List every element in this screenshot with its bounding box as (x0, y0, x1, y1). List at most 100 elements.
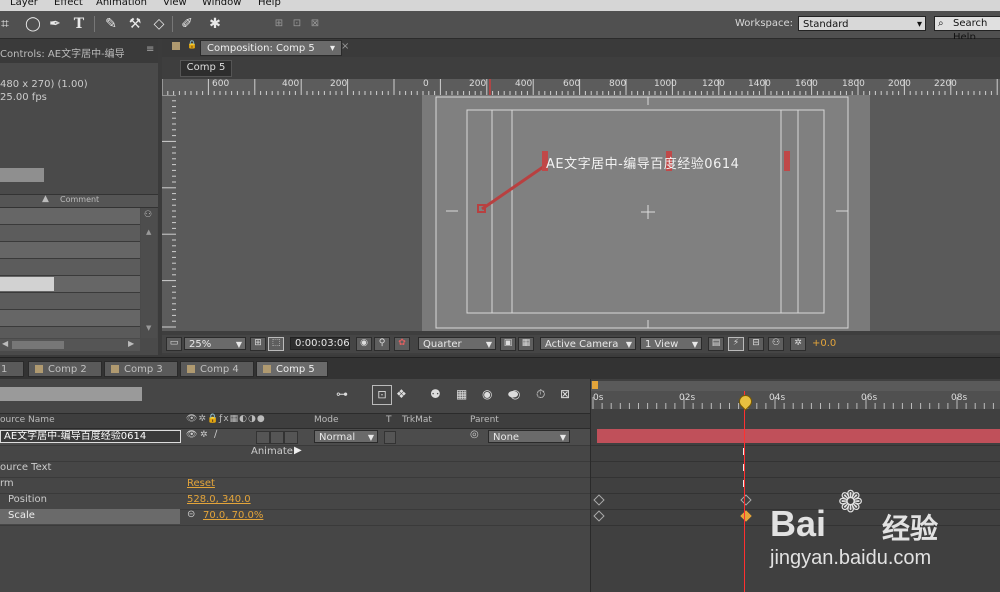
scroll-up-icon[interactable]: ▲ (146, 228, 151, 236)
list-item[interactable] (0, 276, 140, 293)
auto-keyframe-icon[interactable]: ◎ (510, 387, 520, 401)
blend-mode-select[interactable]: Normal ▼ (314, 430, 378, 443)
scroll-thumb[interactable] (12, 341, 64, 349)
switch-box[interactable] (284, 431, 298, 444)
column-source-name[interactable]: ource Name (0, 415, 55, 425)
type-tool-icon[interactable]: T (70, 15, 88, 33)
property-row[interactable]: ource Text (0, 461, 590, 478)
frame-blending-icon[interactable]: ▦ (456, 387, 467, 401)
workspace-select[interactable]: Standard ▾ (798, 16, 926, 31)
horizontal-scrollbar[interactable]: ◀ ▶ (0, 339, 140, 351)
switch-box[interactable] (256, 431, 270, 444)
eye-icon[interactable]: 👁 (186, 430, 197, 440)
composition-viewer[interactable]: AE文字居中-编导百度经验0614 (176, 95, 1000, 331)
flowchart-icon[interactable]: ⚇ (768, 337, 784, 351)
tab-composition[interactable]: Composition: Comp 5 ▾ (200, 40, 342, 56)
current-time-field[interactable]: 0:00:03:06 (290, 337, 350, 350)
list-item[interactable] (0, 208, 140, 225)
clone-stamp-tool-icon[interactable]: ⚒ (126, 15, 144, 33)
reset-exposure-icon[interactable]: ✲ (790, 337, 806, 351)
list-item[interactable] (0, 225, 140, 242)
close-icon[interactable]: × (341, 41, 349, 52)
layer-name-field[interactable]: AE文字居中-编导百度经验0614 (0, 430, 181, 443)
work-area-bar[interactable] (591, 381, 1000, 391)
magnification-select[interactable]: 25% ▼ (184, 337, 246, 350)
hierarchy-icon[interactable]: ⚇ (144, 210, 152, 220)
tab-comp-2[interactable]: Comp 2 (28, 361, 102, 377)
search-help-input[interactable]: ⌕ Search Help (934, 16, 1000, 43)
switch-box[interactable] (270, 431, 284, 444)
preserve-transparency-box[interactable] (384, 431, 396, 444)
axis-mode-icon[interactable]: ⊞ (270, 15, 288, 33)
list-item[interactable] (0, 310, 140, 327)
region-of-interest-icon[interactable]: ▣ (500, 337, 516, 351)
scale-keyframe[interactable] (593, 510, 605, 522)
position-keyframe[interactable] (593, 494, 605, 506)
toggle-pixel-aspect-icon[interactable]: ▤ (708, 337, 724, 351)
menu-animation[interactable]: Animation (96, 0, 147, 8)
scroll-down-icon[interactable]: ▼ (146, 324, 151, 332)
search-field[interactable] (0, 168, 44, 182)
menu-window[interactable]: Window (202, 0, 241, 8)
column-comment[interactable]: Comment (60, 195, 99, 204)
pan-behind-tool-icon[interactable]: ⌗ (0, 15, 14, 33)
stopwatch-icon[interactable]: ⏱ (536, 387, 545, 402)
list-item[interactable] (0, 293, 140, 310)
tab-comp-4[interactable]: Comp 4 (180, 361, 254, 377)
lock-icon[interactable]: 🔒 (187, 40, 197, 49)
list-item[interactable] (0, 242, 140, 259)
draft-3d-icon[interactable]: ❖ (396, 387, 407, 401)
live-update-icon[interactable]: ⊡ (372, 385, 392, 405)
text-layer-preview[interactable]: AE文字居中-编导百度经验0614 (546, 153, 739, 172)
view-axis-icon[interactable]: ⊠ (306, 15, 324, 33)
constrain-proportions-icon[interactable]: ⊝ (187, 509, 195, 520)
time-ruler[interactable]: 0s 02s 04s 06s 08s (591, 391, 1000, 409)
column-parent[interactable]: Parent (470, 415, 499, 425)
puppet-pin-tool-icon[interactable]: ✱ (206, 15, 224, 33)
menu-help[interactable]: Help (258, 0, 281, 8)
column-t[interactable]: T (386, 415, 392, 425)
sort-arrow-icon[interactable]: ▲ (42, 194, 49, 204)
roto-brush-tool-icon[interactable]: ✐ (178, 15, 196, 33)
menu-effect[interactable]: Effect (54, 0, 83, 8)
quality-icon[interactable]: ∕ (214, 429, 217, 440)
tab-comp-1[interactable]: 1 (0, 361, 24, 377)
menu-view[interactable]: View (163, 0, 187, 8)
ellipse-tool-icon[interactable]: ◯ (24, 15, 42, 33)
scale-keyframe-selected[interactable] (740, 510, 752, 522)
layer-row[interactable]: AE文字居中-编导百度经验0614 👁 ✲ ∕ Normal ▼ ◎ None ▼ (0, 429, 590, 446)
pick-whip-icon[interactable]: ◎ (470, 429, 479, 440)
comp-mini-flowchart-icon[interactable]: ⊶ (336, 387, 348, 401)
position-value[interactable]: 528.0, 340.0 (187, 494, 251, 505)
column-trkmat[interactable]: TrkMat (402, 415, 432, 425)
current-time-indicator[interactable] (744, 391, 745, 592)
camera-select[interactable]: Active Camera ▼ (540, 337, 636, 350)
timeline-icon[interactable]: ⊟ (748, 337, 764, 351)
animate-menu-icon[interactable]: ▶ (294, 445, 302, 456)
brush-tool-icon[interactable]: ✎ (102, 15, 120, 33)
show-snapshot-icon[interactable]: ⚲ (374, 337, 390, 351)
parent-select[interactable]: None ▼ (488, 430, 570, 443)
scroll-right-icon[interactable]: ▶ (128, 339, 134, 348)
channel-rgb-icon[interactable]: ✿ (394, 337, 410, 351)
property-row[interactable]: rm Reset (0, 477, 590, 494)
scale-value[interactable]: 70.0, 70.0% (203, 510, 263, 521)
mask-visibility-icon[interactable]: ⬚ (268, 337, 284, 351)
safe-margins-icon[interactable]: ⊞ (250, 337, 266, 351)
exposure-value[interactable]: +0.0 (812, 338, 836, 349)
breadcrumb[interactable]: Comp 5 (180, 60, 232, 77)
fast-previews-icon[interactable]: ⚡ (728, 337, 744, 351)
list-item[interactable] (0, 259, 140, 276)
layer-duration-bar[interactable] (597, 429, 1000, 443)
vertical-scrollbar[interactable]: ⚇ ▲ ▼ (141, 208, 157, 338)
property-row-scale[interactable]: Scale ⊝ 70.0, 70.0% (0, 509, 590, 526)
scroll-left-icon[interactable]: ◀ (2, 339, 8, 348)
transparency-grid-icon[interactable]: ▦ (518, 337, 534, 351)
collapse-icon[interactable]: ✲ (200, 430, 208, 440)
resolution-select[interactable]: Quarter ▼ (418, 337, 496, 350)
snapshot-icon[interactable]: ◉ (356, 337, 372, 351)
tab-comp-5[interactable]: Comp 5 (256, 361, 328, 377)
timeline-search-input[interactable] (0, 387, 142, 401)
pen-tool-icon[interactable]: ✒ (46, 15, 64, 33)
effect-controls-tab[interactable]: Controls: AE文字居中-编导 (0, 45, 125, 60)
